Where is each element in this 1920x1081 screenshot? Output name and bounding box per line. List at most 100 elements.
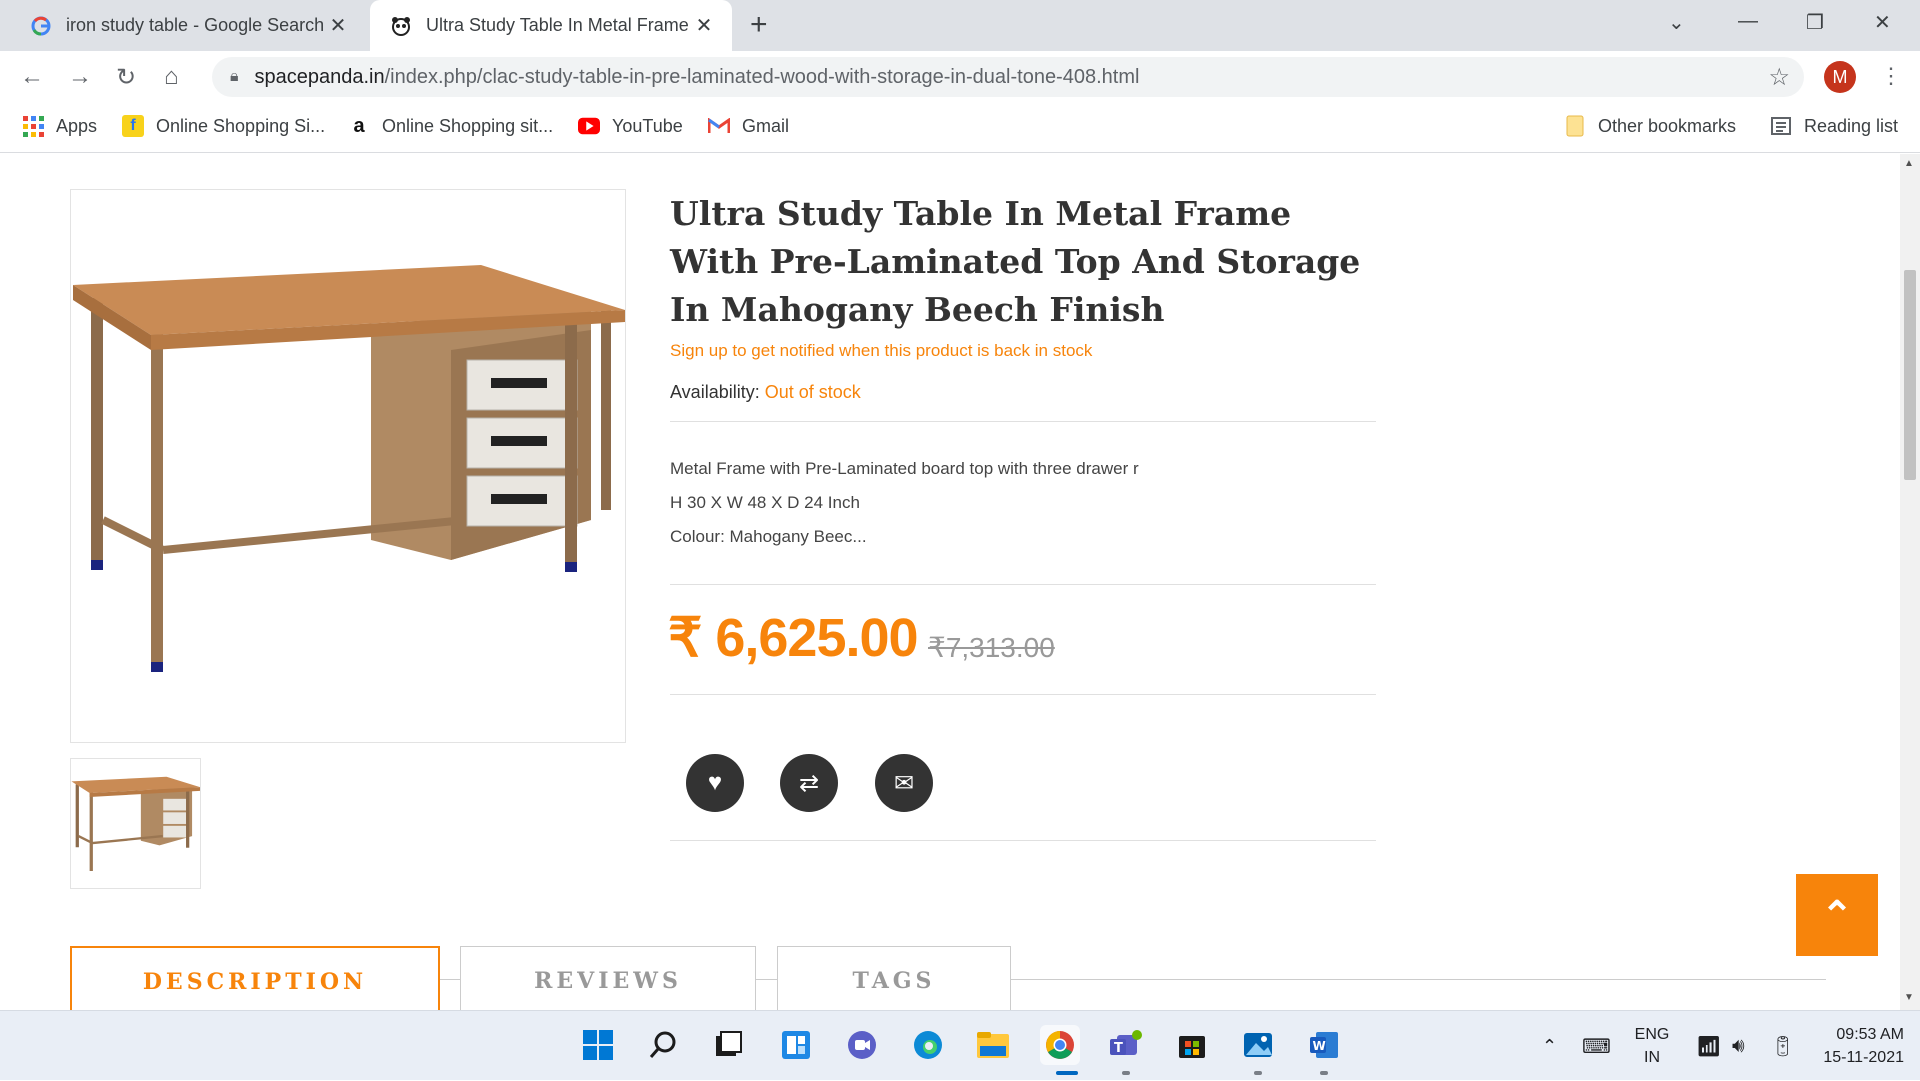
desc-line: Colour: Mahogany Beec... xyxy=(670,527,867,546)
bookmark-youtube[interactable]: YouTube xyxy=(578,115,683,137)
active-app-indicator xyxy=(1056,1071,1078,1075)
clock-time: 09:53 AM xyxy=(1836,1026,1904,1043)
bookmark-label: YouTube xyxy=(612,115,683,136)
url-domain: spacepanda.in xyxy=(254,65,385,88)
compare-icon[interactable]: ⇄ xyxy=(780,754,838,812)
reading-list-label: Reading list xyxy=(1804,115,1899,136)
availability-value: Out of stock xyxy=(764,382,861,402)
product-page: Ultra Study Table In Metal Frame With Pr… xyxy=(0,154,1900,1010)
close-icon[interactable]: ✕ xyxy=(690,13,718,38)
edge-icon[interactable] xyxy=(908,1025,948,1065)
desc-line: Metal Frame with Pre-Laminated board top… xyxy=(670,459,1139,478)
battery-icon[interactable]: 🔋︎ xyxy=(1770,1011,1795,1081)
word-icon[interactable]: W xyxy=(1304,1025,1344,1065)
browser-toolbar: ← → ↻ ⌂ 🔒︎ spacepanda.in/index.php/clac-… xyxy=(0,51,1920,103)
chevron-down-icon[interactable]: ⌄ xyxy=(1668,10,1685,35)
language-code: ENG xyxy=(1634,1026,1670,1043)
svg-text:T: T xyxy=(1114,1041,1123,1056)
menu-icon[interactable]: ⋮ xyxy=(1880,63,1902,89)
lock-icon: 🔒︎ xyxy=(230,68,239,85)
store-icon[interactable] xyxy=(1172,1025,1212,1065)
scrollbar-thumb[interactable] xyxy=(1904,270,1916,480)
panda-icon xyxy=(390,15,412,37)
tab-tags[interactable]: TAGS xyxy=(777,946,1011,1010)
address-bar[interactable]: 🔒︎ spacepanda.in/index.php/clac-study-ta… xyxy=(212,57,1804,97)
minimize-icon[interactable]: — xyxy=(1738,10,1758,33)
close-window-icon[interactable]: ✕ xyxy=(1874,10,1891,35)
study-table-illustration xyxy=(73,265,625,672)
search-icon[interactable] xyxy=(643,1025,683,1065)
photos-icon[interactable] xyxy=(1238,1025,1278,1065)
tab-google-search[interactable]: iron study table - Google Search ✕ xyxy=(16,0,366,51)
thumbnail-image xyxy=(71,776,201,872)
other-bookmarks[interactable]: Other bookmarks xyxy=(1564,115,1736,137)
scroll-down-arrow-icon[interactable]: ▼ xyxy=(1904,992,1914,1003)
running-app-indicator xyxy=(1122,1071,1130,1075)
scroll-up-arrow-icon[interactable]: ▲ xyxy=(1904,158,1914,169)
email-icon[interactable]: ✉ xyxy=(875,754,933,812)
windows-taskbar: T W ⌃ ⌨ ENG IN 📶︎ 🔊︎ 🔋︎ 09:53 AM 15-11-2… xyxy=(0,1010,1920,1080)
apps-grid-icon xyxy=(22,115,44,137)
task-view-icon[interactable] xyxy=(708,1025,748,1065)
language-indicator[interactable]: ENG IN xyxy=(1624,1023,1680,1069)
bookmark-flipkart[interactable]: f Online Shopping Si... xyxy=(122,115,325,137)
scroll-to-top-button[interactable]: ⌃ xyxy=(1796,874,1878,956)
tab-strip: iron study table - Google Search ✕ Ultra… xyxy=(0,0,1920,51)
clock-date: 15-11-2021 xyxy=(1823,1049,1904,1066)
running-app-indicator xyxy=(1254,1071,1262,1075)
teams-icon[interactable]: T xyxy=(1106,1025,1146,1065)
stock-notify-link[interactable]: Sign up to get notified when this produc… xyxy=(670,341,1092,361)
product-title: Ultra Study Table In Metal Frame With Pr… xyxy=(670,194,1361,329)
volume-icon[interactable]: 🔊︎ xyxy=(1732,1011,1745,1081)
url-text: spacepanda.in/index.php/clac-study-table… xyxy=(255,66,1140,89)
tab-description[interactable]: DESCRIPTION xyxy=(70,946,440,1010)
widgets-icon[interactable] xyxy=(776,1025,816,1065)
bookmark-amazon[interactable]: a Online Shopping sit... xyxy=(348,115,553,137)
restore-icon[interactable]: ❐ xyxy=(1806,10,1824,35)
bookmark-gmail[interactable]: Gmail xyxy=(708,115,789,137)
url-path: /index.php/clac-study-table-in-pre-lamin… xyxy=(384,65,1140,88)
bookmark-label: Gmail xyxy=(742,115,790,136)
close-icon[interactable]: ✕ xyxy=(324,13,352,38)
chrome-icon[interactable] xyxy=(1040,1025,1080,1065)
bookmark-apps[interactable]: Apps xyxy=(22,115,97,137)
availability: Availability: Out of stock xyxy=(670,382,861,403)
product-main-image[interactable] xyxy=(70,189,626,743)
home-icon[interactable]: ⌂ xyxy=(164,63,179,91)
tab-product-page[interactable]: Ultra Study Table In Metal Frame ✕ xyxy=(370,0,732,51)
keyboard-icon[interactable]: ⌨ xyxy=(1582,1011,1611,1081)
file-explorer-icon[interactable] xyxy=(973,1025,1013,1065)
divider xyxy=(670,694,1376,695)
google-icon xyxy=(30,15,52,37)
divider xyxy=(670,840,1376,841)
product-thumbnail[interactable] xyxy=(70,758,201,889)
divider xyxy=(670,584,1376,585)
bookmark-label: Online Shopping sit... xyxy=(382,115,554,136)
tab-reviews[interactable]: REVIEWS xyxy=(460,946,756,1010)
other-bookmarks-label: Other bookmarks xyxy=(1598,115,1737,136)
bookmark-label: Apps xyxy=(56,115,98,136)
reading-list[interactable]: Reading list xyxy=(1770,115,1898,137)
profile-avatar[interactable]: M xyxy=(1824,61,1856,93)
gmail-icon xyxy=(708,115,730,137)
show-hidden-icons-chevron-icon[interactable]: ⌃ xyxy=(1542,1011,1557,1081)
bookmark-star-icon[interactable]: ☆ xyxy=(1768,63,1790,92)
new-tab-button[interactable]: + xyxy=(750,8,768,42)
wifi-icon[interactable]: 📶︎ xyxy=(1696,1011,1721,1081)
vertical-scrollbar[interactable]: ▲ ▼ xyxy=(1900,154,1920,1010)
divider xyxy=(670,421,1376,422)
bookmark-label: Online Shopping Si... xyxy=(156,115,326,136)
clock[interactable]: 09:53 AM 15-11-2021 xyxy=(1800,1023,1904,1069)
back-icon[interactable]: ← xyxy=(20,63,44,91)
reading-list-icon xyxy=(1770,115,1792,137)
tab-title: iron study table - Google Search xyxy=(66,15,324,35)
desc-line: H 30 X W 48 X D 24 Inch xyxy=(670,493,860,512)
original-price: ₹7,313.00 xyxy=(928,632,1055,663)
wishlist-heart-icon[interactable]: ♥ xyxy=(686,754,744,812)
flipkart-icon: f xyxy=(122,115,144,137)
start-icon[interactable] xyxy=(578,1025,618,1065)
reload-icon[interactable]: ↻ xyxy=(116,63,136,92)
chat-icon[interactable] xyxy=(842,1025,882,1065)
availability-label: Availability: xyxy=(670,382,760,402)
forward-icon[interactable]: → xyxy=(68,63,92,91)
